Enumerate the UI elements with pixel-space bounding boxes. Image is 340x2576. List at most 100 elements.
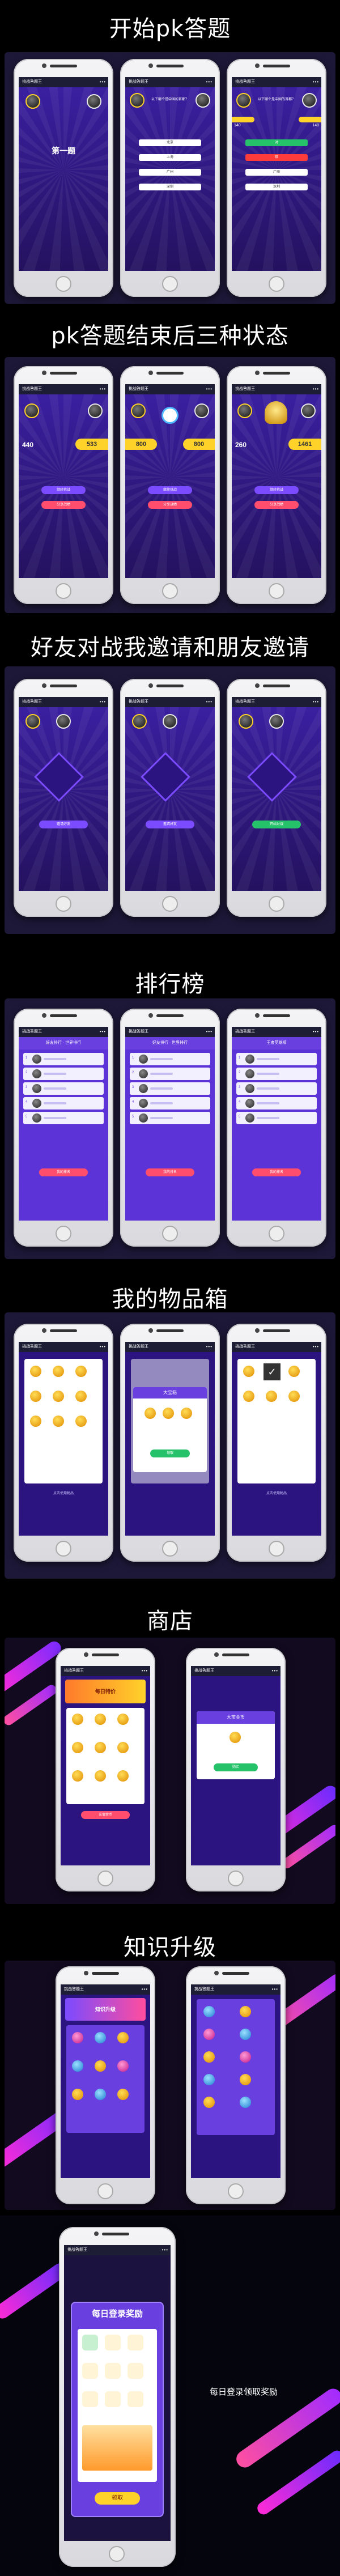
shop-item-icon[interactable] — [117, 1742, 129, 1753]
share-button[interactable]: 分享战绩 — [41, 501, 86, 509]
recharge-button[interactable]: 充值金币 — [81, 1811, 130, 1819]
item-icon[interactable] — [75, 1415, 87, 1427]
answer-option[interactable]: 深圳 — [245, 184, 308, 190]
more-icon[interactable]: ••• — [313, 697, 319, 707]
more-icon[interactable]: ••• — [313, 1342, 319, 1352]
subject-icon[interactable] — [203, 2097, 215, 2108]
subject-icon[interactable] — [240, 2029, 251, 2040]
answer-option[interactable]: 北京 — [139, 139, 201, 146]
subject-icon[interactable] — [203, 2074, 215, 2085]
subject-icon[interactable] — [95, 2089, 106, 2100]
home-button[interactable] — [162, 583, 178, 599]
continue-button[interactable]: 继续挑战 — [148, 486, 192, 494]
home-button[interactable] — [269, 1541, 284, 1557]
more-icon[interactable]: ••• — [272, 1984, 278, 1995]
subject-icon[interactable] — [95, 2060, 106, 2072]
subject-icon[interactable] — [203, 2006, 215, 2017]
tab-friends[interactable]: 好友排行 — [46, 1041, 62, 1045]
home-button[interactable] — [162, 276, 178, 292]
rank-tab-hall[interactable]: 王者英雄榜 — [232, 1037, 321, 1049]
claim-button[interactable]: 领取 — [95, 2492, 140, 2505]
tab-world[interactable]: 世界排行 — [172, 1041, 188, 1045]
home-button[interactable] — [97, 1871, 113, 1886]
subject-icon[interactable] — [240, 2097, 251, 2108]
answer-option[interactable]: 上海 — [139, 154, 201, 161]
more-icon[interactable]: ••• — [206, 77, 212, 87]
shop-item-icon[interactable] — [72, 1714, 83, 1725]
more-icon[interactable]: ••• — [142, 1984, 148, 1995]
subject-icon[interactable] — [72, 2032, 83, 2043]
more-icon[interactable]: ••• — [162, 2245, 168, 2255]
my-rank-button[interactable]: 我的排名 — [252, 1168, 301, 1176]
tab-world[interactable]: 世界排行 — [65, 1041, 81, 1045]
shop-item-icon[interactable] — [117, 1770, 129, 1782]
subject-icon[interactable] — [203, 2051, 215, 2063]
buy-button[interactable]: 购买 — [214, 1763, 258, 1771]
more-icon[interactable]: ••• — [313, 77, 319, 87]
item-icon[interactable] — [53, 1366, 64, 1377]
answer-option[interactable]: 对 — [245, 139, 308, 146]
continue-button[interactable]: 继续挑战 — [41, 486, 86, 494]
shop-item-icon[interactable] — [72, 1742, 83, 1753]
item-icon[interactable] — [53, 1415, 64, 1427]
more-icon[interactable]: ••• — [313, 384, 319, 394]
my-rank-button[interactable]: 我的排名 — [146, 1168, 194, 1176]
subject-icon[interactable] — [240, 2051, 251, 2063]
item-icon[interactable] — [288, 1366, 300, 1377]
home-button[interactable] — [56, 276, 71, 292]
home-button[interactable] — [269, 1226, 284, 1242]
shop-item-icon[interactable] — [72, 1770, 83, 1782]
more-icon[interactable]: ••• — [100, 77, 106, 87]
tab-friends[interactable]: 好友排行 — [152, 1041, 168, 1045]
invite-friend-button[interactable]: 邀请好友 — [39, 821, 88, 828]
start-battle-button[interactable]: 开始对战 — [252, 821, 301, 828]
subject-icon[interactable] — [240, 2074, 251, 2085]
subject-icon[interactable] — [117, 2060, 129, 2072]
answer-option[interactable]: 深圳 — [139, 184, 201, 190]
continue-button[interactable]: 继续挑战 — [254, 486, 299, 494]
home-button[interactable] — [56, 1541, 71, 1557]
subject-icon[interactable] — [240, 2006, 251, 2017]
item-icon[interactable] — [288, 1391, 300, 1402]
subject-icon[interactable] — [72, 2060, 83, 2072]
invite-friend-button[interactable]: 邀请好友 — [146, 821, 194, 828]
subject-icon[interactable] — [117, 2032, 129, 2043]
home-button[interactable] — [97, 2183, 113, 2199]
item-icon[interactable] — [243, 1391, 254, 1402]
subject-icon[interactable] — [117, 2089, 129, 2100]
item-icon[interactable] — [30, 1391, 41, 1402]
item-icon[interactable] — [75, 1366, 87, 1377]
item-icon[interactable] — [266, 1391, 277, 1402]
home-button[interactable] — [228, 2183, 244, 2199]
more-icon[interactable]: ••• — [206, 384, 212, 394]
home-button[interactable] — [56, 583, 71, 599]
home-button[interactable] — [56, 1226, 71, 1242]
shop-item-icon[interactable] — [95, 1714, 106, 1725]
home-button[interactable] — [162, 1226, 178, 1242]
my-rank-button[interactable]: 我的排名 — [39, 1168, 88, 1176]
more-icon[interactable]: ••• — [206, 1027, 212, 1037]
shop-item-icon[interactable] — [95, 1770, 106, 1782]
more-icon[interactable]: ••• — [313, 1027, 319, 1037]
shop-item-icon[interactable] — [95, 1742, 106, 1753]
subject-icon[interactable] — [95, 2032, 106, 2043]
subject-icon[interactable] — [203, 2029, 215, 2040]
claim-button[interactable]: 领取 — [150, 1449, 190, 1457]
subject-icon[interactable] — [72, 2089, 83, 2100]
more-icon[interactable]: ••• — [206, 697, 212, 707]
item-icon[interactable] — [30, 1415, 41, 1427]
more-icon[interactable]: ••• — [100, 697, 106, 707]
home-button[interactable] — [269, 583, 284, 599]
home-button[interactable] — [162, 1541, 178, 1557]
more-icon[interactable]: ••• — [272, 1666, 278, 1676]
item-icon[interactable] — [243, 1366, 254, 1377]
item-icon[interactable] — [53, 1391, 64, 1402]
home-button[interactable] — [162, 896, 178, 912]
answer-option[interactable]: 错 — [245, 154, 308, 161]
home-button[interactable] — [269, 276, 284, 292]
more-icon[interactable]: ••• — [206, 1342, 212, 1352]
answer-option[interactable]: 广州 — [245, 169, 308, 176]
share-button[interactable]: 分享战绩 — [254, 501, 299, 509]
item-icon[interactable] — [30, 1366, 41, 1377]
home-button[interactable] — [109, 2546, 125, 2562]
